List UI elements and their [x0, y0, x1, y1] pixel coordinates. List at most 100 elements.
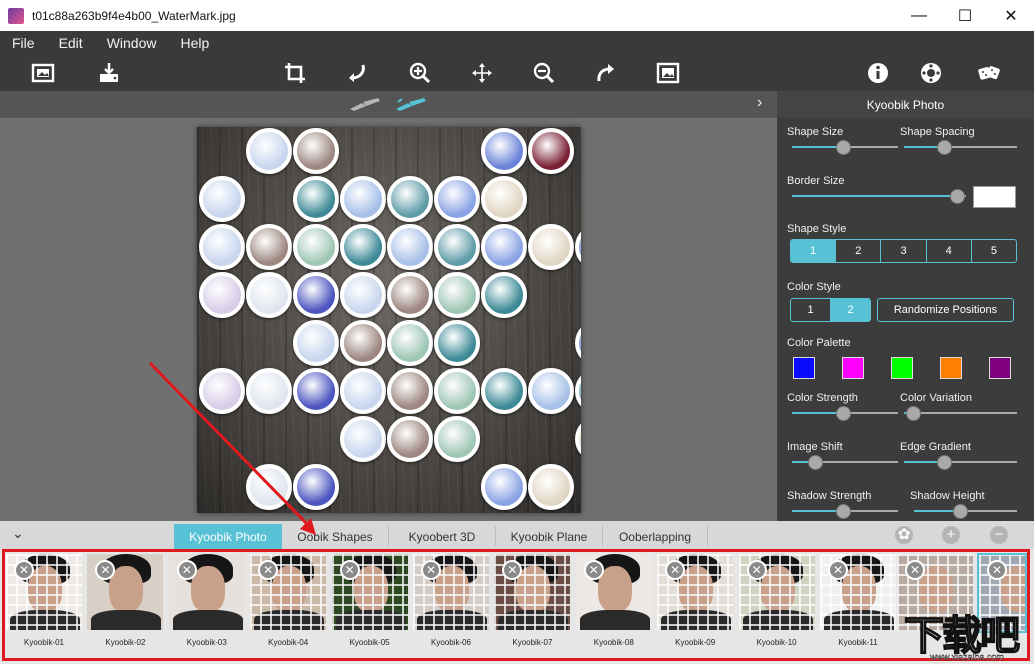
- close-icon[interactable]: ✕: [905, 560, 925, 580]
- color-strength-label: Color Strength: [787, 392, 858, 404]
- preset-thumbnail[interactable]: ✕: [575, 554, 652, 630]
- brush-blue-icon[interactable]: [394, 96, 428, 112]
- mosaic-tile: [246, 272, 292, 318]
- menu-help[interactable]: Help: [168, 31, 221, 55]
- palette-color-3[interactable]: [891, 357, 913, 379]
- palette-color-5[interactable]: [989, 357, 1011, 379]
- color-style-1[interactable]: 1: [791, 299, 831, 321]
- open-image-icon[interactable]: [28, 58, 58, 88]
- redo-icon[interactable]: [591, 58, 621, 88]
- randomize-positions-button[interactable]: Randomize Positions: [877, 298, 1014, 322]
- color-strength-slider[interactable]: [792, 406, 898, 421]
- shape-spacing-slider[interactable]: [904, 140, 1017, 155]
- undo-icon[interactable]: [342, 58, 372, 88]
- palette-color-1[interactable]: [793, 357, 815, 379]
- shape-style-4[interactable]: 4: [927, 240, 972, 262]
- randomize-dice-icon[interactable]: [974, 58, 1004, 88]
- shadow-strength-slider[interactable]: [792, 504, 898, 519]
- preset-label: Kyoobik-02: [105, 638, 146, 647]
- border-color-swatch[interactable]: [973, 186, 1016, 208]
- shadow-height-slider[interactable]: [914, 504, 1017, 519]
- info-icon[interactable]: [863, 58, 893, 88]
- remove-preset-icon[interactable]: −: [990, 526, 1008, 544]
- mosaic-tile: [387, 320, 433, 366]
- window-title: t01c88a263b9f4e4b00_WaterMark.jpg: [32, 8, 236, 23]
- add-preset-icon[interactable]: +: [942, 526, 960, 544]
- portrait-shirt: [172, 610, 243, 630]
- menu-window[interactable]: Window: [95, 31, 169, 55]
- close-icon[interactable]: ✕: [583, 560, 604, 580]
- canvas-area: [0, 118, 777, 521]
- shape-style-3[interactable]: 3: [881, 240, 927, 262]
- preset-thumbnail[interactable]: ✕: [413, 554, 489, 630]
- preset-thumbnail[interactable]: ✕: [738, 554, 815, 630]
- mosaic-tile: [387, 272, 433, 318]
- minimize-button[interactable]: —: [896, 0, 942, 31]
- mosaic-tile: [293, 224, 339, 270]
- crop-icon[interactable]: [280, 58, 310, 88]
- preset-thumbnail[interactable]: ✕: [331, 554, 408, 630]
- preset-label: Kyoobik-06: [430, 638, 472, 647]
- shape-style-2[interactable]: 2: [836, 240, 882, 262]
- fit-image-icon[interactable]: [653, 58, 683, 88]
- brush-gray-icon[interactable]: [348, 96, 382, 112]
- preset-thumbnail[interactable]: ✕: [168, 554, 245, 630]
- mosaic-tile: [387, 368, 433, 414]
- mosaic-tile: [575, 320, 581, 366]
- zoom-in-icon[interactable]: [405, 58, 435, 88]
- edge-gradient-label: Edge Gradient: [900, 441, 971, 453]
- zoom-out-icon[interactable]: [529, 58, 559, 88]
- preset-thumbnail[interactable]: ✕: [6, 554, 82, 630]
- shape-style-1[interactable]: 1: [791, 240, 837, 262]
- color-style-2[interactable]: 2: [831, 299, 870, 321]
- preset-label: Kyoobik-10: [756, 638, 797, 647]
- preset-thumbnail[interactable]: ✕: [250, 554, 327, 630]
- save-icon[interactable]: [94, 58, 124, 88]
- palette-color-4[interactable]: [940, 357, 962, 379]
- mosaic-tile: [434, 272, 480, 318]
- settings-icon[interactable]: [916, 58, 946, 88]
- edge-gradient-slider[interactable]: [904, 455, 1017, 470]
- mosaic-tile: [434, 320, 480, 366]
- preset-label: Kyoobik-05: [349, 638, 390, 647]
- chevron-down-icon[interactable]: ⌄: [12, 525, 24, 542]
- close-icon[interactable]: ✕: [176, 560, 197, 580]
- shape-size-slider[interactable]: [792, 140, 898, 155]
- border-size-slider[interactable]: [792, 189, 966, 204]
- preset-thumbnail[interactable]: ✕: [820, 554, 896, 630]
- palette-icon[interactable]: ✿: [895, 526, 913, 544]
- collapse-panel-icon[interactable]: ›: [757, 94, 762, 112]
- preset-thumbnail[interactable]: ✕: [494, 554, 571, 630]
- mosaic-tile: [340, 320, 386, 366]
- settings-panel: Shape Size Shape Spacing Border Size Sha…: [777, 118, 1034, 521]
- move-icon[interactable]: [467, 58, 497, 88]
- close-icon[interactable]: ✕: [746, 560, 767, 580]
- close-icon[interactable]: ✕: [828, 560, 848, 580]
- shape-style-label: Shape Style: [787, 223, 847, 235]
- mosaic-tile: [575, 416, 581, 462]
- tab-ooberlapping[interactable]: Ooberlapping: [603, 524, 707, 549]
- close-button[interactable]: ✕: [988, 0, 1034, 31]
- mosaic-tile: [481, 464, 527, 510]
- mosaic-tile: [340, 224, 386, 270]
- mosaic-tile: [293, 272, 339, 318]
- tab-kyoobik-plane[interactable]: Kyoobik Plane: [496, 524, 602, 549]
- mosaic-tile: [199, 272, 245, 318]
- menu-edit[interactable]: Edit: [47, 31, 95, 55]
- preset-thumbnail[interactable]: ✕: [87, 554, 164, 630]
- border-size-label: Border Size: [787, 175, 845, 187]
- palette-color-2[interactable]: [842, 357, 864, 379]
- maximize-button[interactable]: ☐: [942, 0, 988, 31]
- preset-thumbnail[interactable]: ✕: [657, 554, 734, 630]
- tab-kyoobert-3d[interactable]: Kyoobert 3D: [389, 524, 495, 549]
- color-variation-slider[interactable]: [904, 406, 1017, 421]
- close-icon[interactable]: ✕: [14, 560, 34, 580]
- menu-file[interactable]: File: [0, 31, 47, 55]
- mosaic-tile: [528, 224, 574, 270]
- close-icon[interactable]: ✕: [421, 560, 441, 580]
- preset-label: Kyoobik-11: [838, 638, 878, 647]
- shape-style-5[interactable]: 5: [972, 240, 1016, 262]
- close-icon[interactable]: ✕: [339, 560, 360, 580]
- image-shift-slider[interactable]: [792, 455, 898, 470]
- title-bar: t01c88a263b9f4e4b00_WaterMark.jpg — ☐ ✕: [0, 0, 1034, 31]
